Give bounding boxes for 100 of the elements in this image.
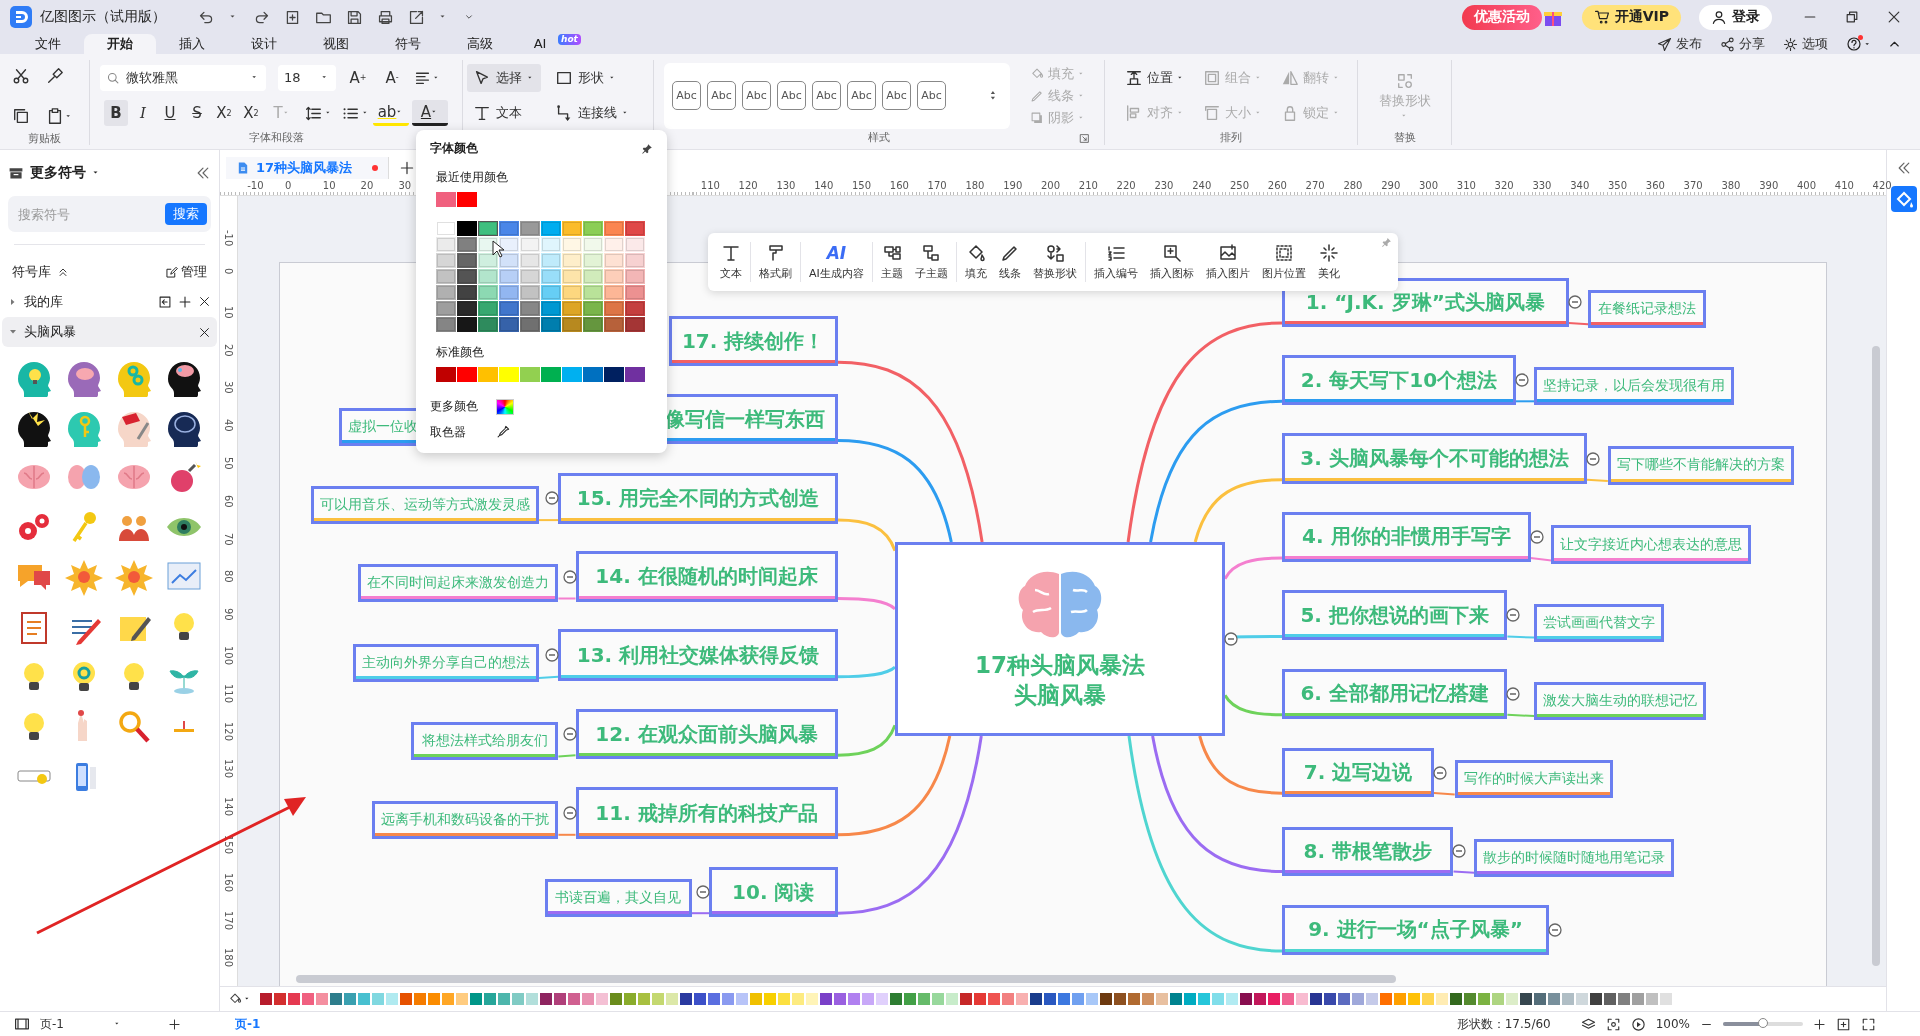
ruler-label: 200 <box>1041 180 1061 191</box>
toolbar-button[interactable]: 替换形状 <box>1026 243 1083 281</box>
ruler-label: 250 <box>1230 180 1250 191</box>
toolbar-button[interactable]: 填充 <box>958 243 993 281</box>
style-swatch[interactable]: Abc <box>812 81 841 110</box>
tool-button[interactable]: 形状 <box>549 63 636 92</box>
ruler-label: 180 <box>965 180 985 191</box>
ruler-label: 140 <box>814 180 834 191</box>
format-button[interactable]: B <box>104 100 128 127</box>
toolbar-button[interactable]: 插入图标 <box>1143 243 1200 281</box>
tool-button[interactable]: 文本 <box>467 99 541 128</box>
search-button[interactable]: 搜索 <box>165 203 207 225</box>
ruler-label: 380 <box>1721 180 1741 191</box>
ruler-label: 330 <box>1532 180 1552 191</box>
menu-action[interactable]: 发布 <box>1657 34 1702 54</box>
font-size-button[interactable]: A$^{+}$ <box>346 64 370 91</box>
group-label: 字体和段落 <box>247 131 305 145</box>
ruler-label: 130 <box>776 180 796 191</box>
ruler-label: 320 <box>1494 180 1514 191</box>
ruler-label: 90 <box>223 608 234 621</box>
ruler-label: 240 <box>1192 180 1212 191</box>
document-tab[interactable]: 17种头脑风暴法 <box>226 157 390 179</box>
ruler-label: 300 <box>1419 180 1439 191</box>
ruler-label: 210 <box>1078 180 1098 191</box>
menu-tab[interactable]: 高级 <box>444 34 516 54</box>
toolbar-button[interactable]: 文本 <box>714 243 748 281</box>
menu-tab[interactable]: 开始 <box>84 34 156 54</box>
color-button[interactable]: A <box>412 100 448 127</box>
topic-title: 17种头脑风暴法 <box>975 651 1145 680</box>
tool-button[interactable]: 连接线 <box>549 99 636 128</box>
format-button[interactable]: S <box>185 100 209 127</box>
ruler-label: 190 <box>1003 180 1023 191</box>
format-button[interactable]: X$^{2}$ <box>212 100 236 127</box>
hot-badge: hot <box>558 34 581 45</box>
style-swatch[interactable]: Abc <box>742 81 771 110</box>
toolbar-button[interactable]: AI AI生成内容 <box>803 243 870 281</box>
ruler-label: 420 <box>1872 180 1892 191</box>
style-swatch[interactable]: Abc <box>847 81 876 110</box>
style-swatch[interactable]: Abc <box>777 81 806 110</box>
ruler-label: 70 <box>223 532 234 546</box>
login-button[interactable]: 登录 <box>1699 4 1772 30</box>
color-picker-button[interactable]: 取色器 <box>430 419 653 445</box>
menu-tab[interactable]: 插入 <box>156 34 228 54</box>
ruler-label: 290 <box>1381 180 1401 191</box>
section-label: 最近使用颜色 <box>436 169 509 187</box>
manage-button[interactable]: 管理 <box>165 263 207 281</box>
ruler-label: 130 <box>223 759 234 779</box>
tool-button[interactable]: 选择 <box>467 63 541 92</box>
ruler-label: 260 <box>1267 180 1287 191</box>
toolbar-button[interactable]: 子主题 <box>908 243 954 281</box>
style-swatch[interactable]: Abc <box>672 81 701 110</box>
app-title: 亿图图示（试用版） <box>40 8 166 26</box>
ruler-label: 110 <box>223 683 234 703</box>
ruler-label: 100 <box>223 646 234 666</box>
toolbar-button[interactable]: 主题 <box>874 243 909 281</box>
toolbar-button[interactable]: 插入图片 <box>1199 243 1256 281</box>
toolbar-button[interactable]: 插入编号 <box>1087 243 1144 281</box>
ruler-label: -10 <box>223 230 234 247</box>
page-tab[interactable]: 页-1 <box>235 1015 261 1033</box>
ruler-label: 80 <box>223 570 234 584</box>
style-swatch[interactable]: Abc <box>917 81 946 110</box>
menu-tab[interactable]: 文件 <box>12 34 84 54</box>
section-label: 标准颜色 <box>436 344 485 362</box>
format-button[interactable]: I <box>131 100 155 127</box>
group-label: 替换 <box>1392 131 1417 145</box>
ruler-label: 160 <box>889 180 909 191</box>
ruler-label: 390 <box>1759 180 1779 191</box>
toolbar-button[interactable]: 线条 <box>992 243 1027 281</box>
font-family-field[interactable]: 微软雅黑 <box>100 64 266 91</box>
search-field[interactable]: 搜索符号 搜索 <box>8 196 211 232</box>
font-size-button[interactable]: A$^{-}$ <box>380 64 404 91</box>
menu-action[interactable]: 选项 <box>1783 34 1828 54</box>
format-button[interactable]: U <box>158 100 182 127</box>
ruler-label: 10 <box>223 305 234 319</box>
ruler-label: 20 <box>223 343 234 357</box>
ruler-label: 40 <box>223 419 234 432</box>
ruler-label: 150 <box>852 180 872 191</box>
style-swatch[interactable]: Abc <box>882 81 911 110</box>
font-size-field[interactable]: 18 <box>278 64 336 91</box>
menu-tab[interactable]: 符号 <box>372 34 444 54</box>
panel-title: 更多符号 <box>30 164 86 182</box>
ruler-label: 310 <box>1456 180 1476 191</box>
style-swatch[interactable]: Abc <box>707 81 736 110</box>
menu-tab[interactable]: 设计 <box>228 34 300 54</box>
more-colors-button[interactable]: 更多颜色 <box>430 394 653 420</box>
library-row[interactable]: 头脑风暴 <box>2 317 217 347</box>
ruler-label: 30 <box>223 381 234 395</box>
toolbar-button[interactable]: 格式刷 <box>753 243 798 281</box>
menu-action[interactable]: 分享 <box>1720 34 1765 54</box>
ruler-label: 280 <box>1343 180 1363 191</box>
ruler-label: 0 <box>223 268 234 275</box>
arrange-button[interactable]: 位置 <box>1125 68 1185 87</box>
color-button[interactable]: ab <box>373 100 409 127</box>
library-row[interactable]: 我的库 <box>2 287 217 317</box>
ruler-label: 30 <box>398 180 412 191</box>
ruler-label: 20 <box>360 180 374 191</box>
menu-tab[interactable]: 视图 <box>300 34 372 54</box>
page-select[interactable]: 页-1 <box>40 1015 140 1033</box>
ruler-label: 230 <box>1154 180 1174 191</box>
vip-button[interactable]: 开通VIP <box>1581 4 1681 30</box>
